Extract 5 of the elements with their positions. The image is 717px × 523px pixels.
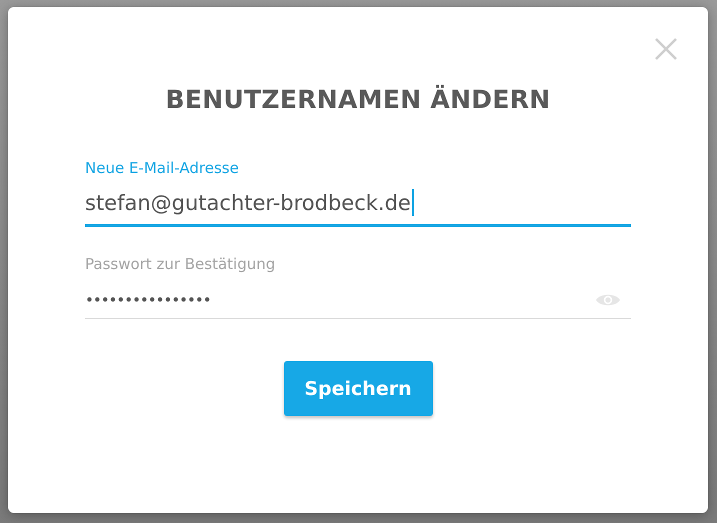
field-label: Neue E-Mail-Adresse — [85, 159, 240, 177]
input-field[interactable]: stefan@gutachter-brodbeck.de — [85, 185, 631, 227]
dialog-title: BENUTZERNAMEN ÄNDERN — [164, 85, 552, 114]
close-icon[interactable] — [654, 37, 678, 61]
field-label: Passwort zur Bestätigung — [85, 255, 276, 273]
